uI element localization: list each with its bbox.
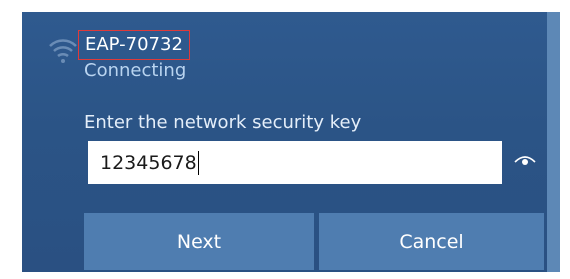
cancel-button[interactable]: Cancel <box>319 213 544 270</box>
reveal-password-button[interactable] <box>508 143 542 181</box>
network-name: EAP-70732 <box>78 30 190 60</box>
scrollbar[interactable] <box>547 12 560 272</box>
connection-status: Connecting <box>84 60 187 81</box>
security-key-value: 12345678 <box>100 151 197 174</box>
wifi-signal-icon <box>46 34 80 64</box>
eye-icon <box>514 153 536 172</box>
network-flyout: EAP-70732 Connecting Enter the network s… <box>22 12 560 272</box>
text-caret <box>197 150 200 175</box>
security-key-input[interactable]: 12345678 <box>88 141 502 184</box>
next-button[interactable]: Next <box>84 213 314 270</box>
security-key-label: Enter the network security key <box>84 112 362 133</box>
